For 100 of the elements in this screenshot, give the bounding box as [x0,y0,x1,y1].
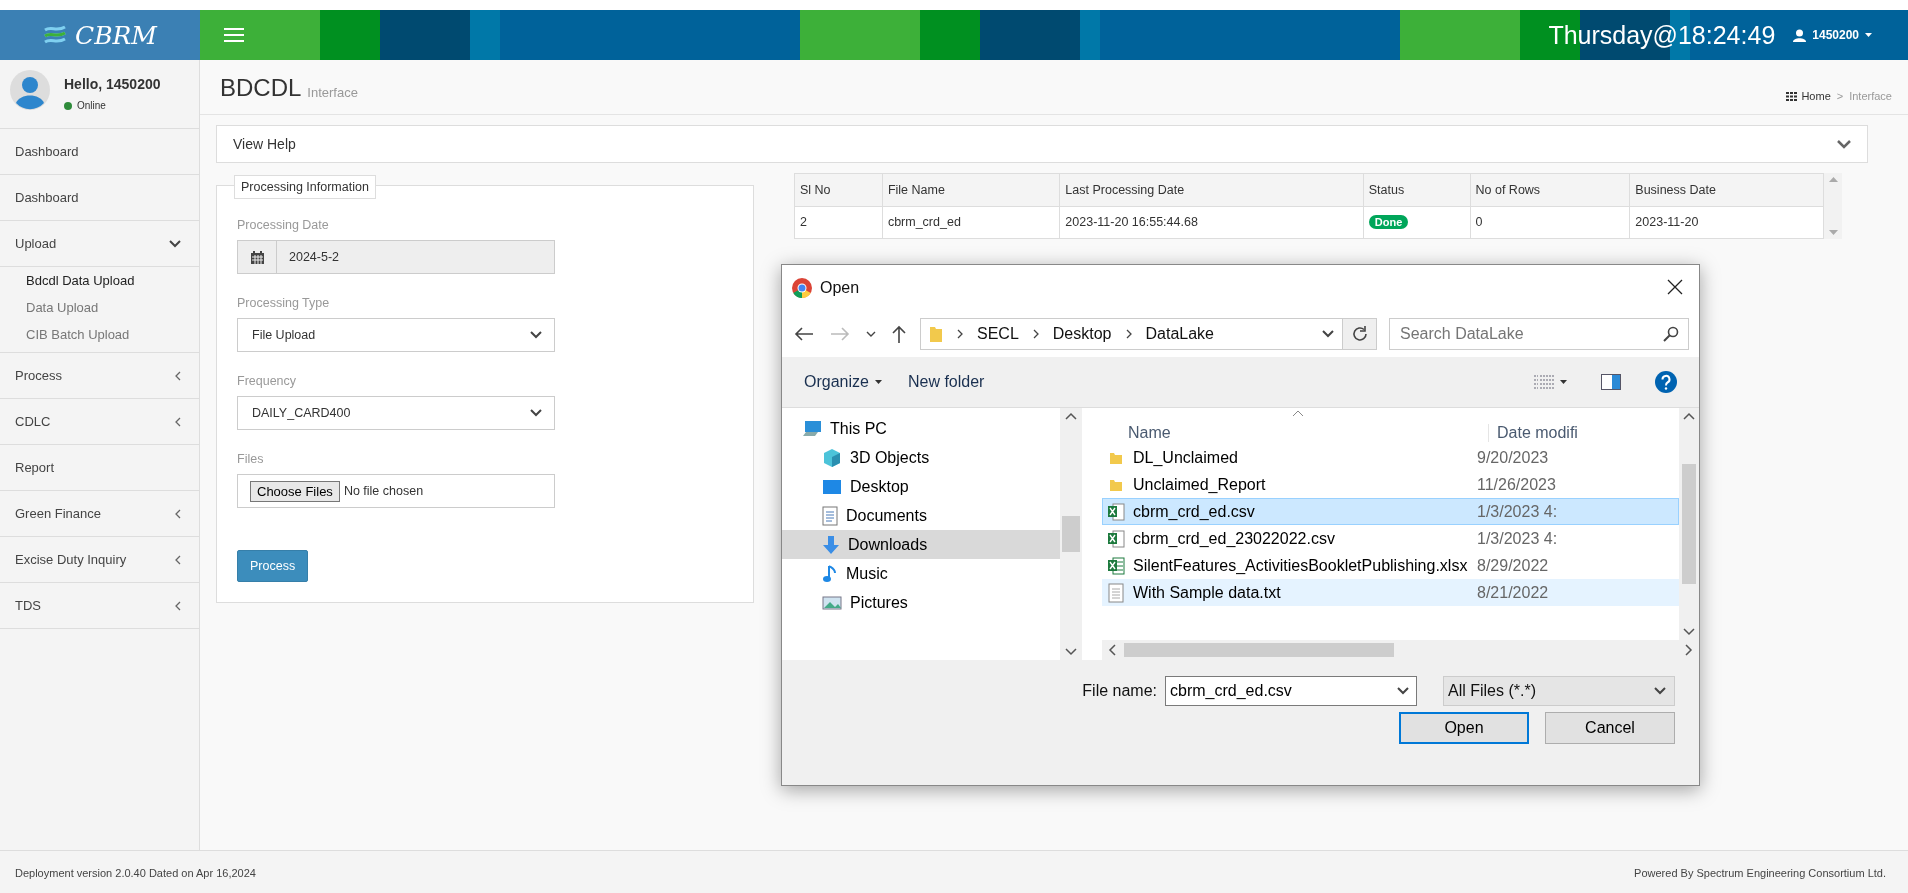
back-button[interactable] [792,325,816,343]
file-input[interactable]: Choose Files No file chosen [237,474,555,508]
sidebar-subitem[interactable]: CIB Batch Upload [0,321,199,348]
scrollbar-thumb[interactable] [1062,516,1080,552]
organize-button[interactable]: Organize [800,369,886,395]
path-segment[interactable]: Desktop [1052,325,1112,343]
breadcrumb-separator: > [1836,90,1844,102]
dialog-title: Open [820,279,860,297]
nav-tree-item[interactable]: Music [782,559,1060,588]
dropdown-icon [1397,687,1409,695]
field-label: Frequency [237,374,298,388]
music-note-icon [822,563,838,584]
column-header: No of Rows [1470,173,1630,206]
nav-tree-item[interactable]: This PC [782,414,1060,443]
column-header[interactable]: Name [1102,424,1488,442]
choose-files-button[interactable]: Choose Files [250,480,340,502]
right-arrow-icon [830,327,850,341]
table-cell: 2 [794,206,883,239]
status-badge: Done [1368,215,1409,230]
file-row[interactable]: DL_Unclaimed 9/20/2023 [1102,444,1679,471]
chevron-left-icon [175,600,181,611]
scrollbar[interactable] [1060,408,1082,660]
cancel-button[interactable]: Cancel [1545,712,1675,744]
caret-icon [874,380,882,384]
grid-icon [1786,91,1798,101]
nav-tree-item[interactable]: Pictures [782,588,1060,617]
process-button[interactable]: Process [237,550,309,582]
column-header: Business Date [1629,173,1824,206]
user-icon [1793,28,1807,42]
recent-locations-button[interactable] [864,329,878,339]
menu-icon [224,28,244,42]
spreadsheet-file-icon [1107,528,1125,549]
column-header[interactable]: Date modifi [1488,424,1578,442]
calendar-icon [250,250,264,264]
cube-icon [822,447,842,468]
avatar-icon [10,70,50,110]
close-icon [1667,278,1683,295]
file-status-text: No file chosen [343,484,424,498]
caret-icon [1865,33,1872,37]
picture-icon [822,595,842,610]
file-row[interactable]: Unclaimed_Report 11/26/2023 [1102,471,1679,498]
new-folder-button[interactable]: New folder [903,369,989,395]
page-title: BDCDL [220,74,302,102]
address-bar[interactable]: SECL Desktop DataLake [920,318,1343,350]
help-icon [1655,371,1677,393]
left-arrow-icon [794,327,814,341]
folder-icon [1109,450,1123,465]
scrollbar-thumb[interactable] [1124,643,1394,657]
scrollbar-thumb[interactable] [1682,464,1696,584]
select-field[interactable]: File Upload [237,318,555,352]
refresh-button[interactable] [1343,318,1377,350]
nav-tree-item[interactable]: 3D Objects [782,443,1060,472]
spreadsheet-file-icon [1107,555,1125,576]
page-subtitle: Interface [307,85,358,100]
sidebar-subitem[interactable]: Bdcdl Data Upload [0,267,199,294]
text-file-icon [1108,582,1124,603]
scrollbar[interactable] [1102,640,1699,660]
nav-tree-item[interactable]: Documents [782,501,1060,530]
nav-tree-item[interactable]: Downloads [782,530,1060,559]
chevron-down-icon [169,239,181,248]
table-cell: cbrm_crd_ed [882,206,1060,239]
search-icon [1663,326,1679,342]
download-arrow-icon [822,534,840,555]
caret-icon [1560,380,1567,384]
preview-pane-icon [1601,374,1621,390]
date-field[interactable]: 2024-5-2 [237,240,555,274]
sidebar-subitem[interactable]: Data Upload [0,294,199,321]
help-panel[interactable]: View Help [216,125,1868,163]
up-arrow-icon [892,325,906,343]
file-row[interactable]: cbrm_crd_ed_23022022.csv 1/3/2023 4: [1102,525,1679,552]
logo-icon [43,24,68,46]
greeting-text: Hello, 1450200 [64,76,161,92]
status-text: Online [77,100,106,111]
chevron-down-icon [866,331,876,337]
chevron-left-icon [175,508,181,519]
file-row[interactable]: SilentFeatures_ActivitiesBookletPublishing.xlsx 8/29/2022 [1102,552,1679,579]
open-button[interactable]: Open [1399,712,1529,744]
path-segment[interactable]: SECL [977,325,1019,343]
file-row[interactable]: With Sample data.txt 8/21/2022 [1102,579,1679,606]
table-cell: 2023-11-20 16:55:44.68 [1059,206,1364,239]
search-field[interactable]: Search DataLake [1389,318,1689,350]
field-label: Processing Date [237,218,330,232]
select-field[interactable]: DAILY_CARD400 [237,396,555,430]
file-row[interactable]: cbrm_crd_ed.csv 1/3/2023 4: [1102,498,1679,525]
column-header: Sl No [794,173,883,206]
column-header: Last Processing Date [1059,173,1364,206]
up-button[interactable] [890,323,908,345]
spreadsheet-file-icon [1107,501,1125,522]
file-type-select[interactable]: All Files (*.*) [1443,676,1675,706]
user-menu[interactable]: 1450200 [1787,27,1878,43]
logo: CBRM [0,10,200,60]
path-segment[interactable]: DataLake [1145,325,1214,343]
nav-tree-item[interactable]: Desktop [782,472,1060,501]
dropdown-icon [1322,330,1334,338]
computer-icon [802,419,822,438]
breadcrumb-link[interactable]: Home [1786,90,1831,102]
field-label: Files [237,452,265,466]
scrollbar[interactable] [1679,408,1699,640]
chevron-right-icon [1032,329,1039,339]
file-name-field[interactable]: cbrm_crd_ed.csv [1165,676,1417,706]
